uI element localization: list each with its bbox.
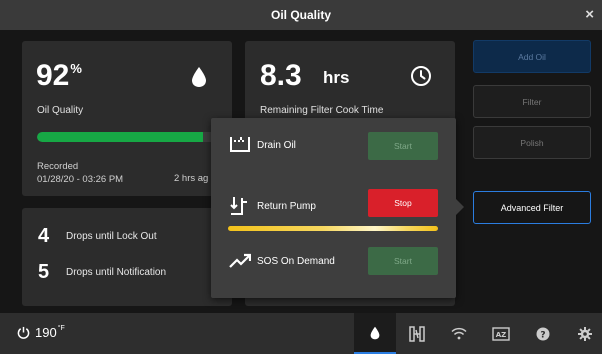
svg-text:AZ: AZ — [496, 331, 507, 339]
sos-start-button[interactable]: Start — [368, 247, 438, 275]
drops-card: 4 Drops until Lock Out 5 Drops until Not… — [22, 208, 232, 306]
oil-quality-card: 92% Oil Quality Recorded 01/28/20 - 03:2… — [22, 41, 232, 196]
recorded-time: 01/28/20 - 03:26 PM — [37, 174, 124, 185]
temperature-value: 190 — [35, 325, 57, 340]
filter-button[interactable]: Filter — [473, 85, 591, 118]
tab-help[interactable]: ? — [522, 313, 564, 354]
drain-oil-row: Drain Oil — [229, 136, 296, 154]
return-pump-row: Return Pump — [229, 196, 316, 216]
drops-lockout-row: 4 Drops until Lock Out — [38, 225, 157, 248]
drops-notification-count: 5 — [38, 261, 50, 283]
bottom-bar: 190 °F AZ ? — [0, 313, 602, 354]
wifi-icon — [451, 327, 467, 340]
drops-notification-label: Drops until Notification — [66, 267, 167, 278]
filter-time-label: Remaining Filter Cook Time — [260, 105, 384, 116]
trend-icon — [229, 253, 251, 268]
pump-icon — [230, 197, 247, 215]
drops-lockout-count: 4 — [38, 225, 50, 247]
help-icon: ? — [536, 327, 550, 340]
settings-icon — [578, 326, 592, 341]
window-title: Oil Quality — [270, 8, 331, 22]
filter-tab-icon — [409, 325, 425, 342]
oil-quality-label: Oil Quality — [37, 105, 84, 116]
title-bar: Oil Quality × — [0, 0, 602, 30]
advanced-filter-popup: Drain Oil Start Return Pump Stop SOS On … — [211, 118, 456, 298]
oil-drop-icon — [192, 67, 206, 87]
drops-notification-row: 5 Drops until Notification — [38, 261, 166, 284]
close-icon[interactable]: × — [585, 6, 594, 23]
temperature-unit: °F — [57, 325, 65, 332]
pump-progress-bar — [228, 226, 438, 231]
power-status[interactable]: 190 °F — [17, 325, 65, 340]
clock-icon — [411, 66, 431, 86]
tab-ab[interactable]: AZ — [480, 313, 522, 354]
drops-lockout-label: Drops until Lock Out — [66, 231, 157, 242]
recorded-ago: 2 hrs ag — [174, 173, 209, 184]
tab-settings[interactable] — [564, 313, 602, 354]
polish-button[interactable]: Polish — [473, 126, 591, 159]
sos-label: SOS On Demand — [257, 255, 335, 267]
power-icon[interactable] — [17, 326, 30, 339]
add-oil-button[interactable]: Add Oil — [473, 40, 591, 73]
tab-wifi[interactable] — [438, 313, 480, 354]
recorded-label: Recorded — [37, 161, 79, 172]
drain-start-button[interactable]: Start — [368, 132, 438, 160]
tab-filter[interactable] — [396, 313, 438, 354]
oil-quality-value: 92% — [36, 59, 82, 92]
drain-oil-label: Drain Oil — [257, 139, 296, 151]
oil-drop-icon — [370, 326, 380, 339]
filter-time-value: 8.3 — [260, 59, 302, 92]
filter-time-unit: hrs — [323, 68, 350, 87]
popup-pointer — [456, 199, 464, 215]
svg-text:?: ? — [540, 330, 545, 340]
pump-stop-button[interactable]: Stop — [368, 189, 438, 217]
oil-quality-bar-fill — [37, 132, 203, 142]
drain-icon — [230, 137, 250, 152]
tab-oil[interactable] — [354, 313, 396, 354]
oil-quality-bar — [37, 132, 217, 142]
sos-row: SOS On Demand — [229, 253, 335, 269]
advanced-filter-button[interactable]: Advanced Filter — [473, 191, 591, 224]
return-pump-label: Return Pump — [257, 200, 316, 212]
ab-icon: AZ — [492, 326, 510, 341]
